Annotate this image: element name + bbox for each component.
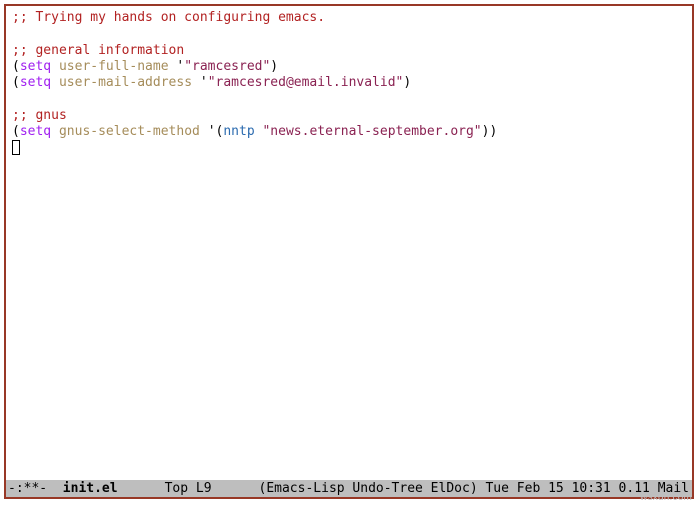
string-literal: "ramcesred@email.invalid" — [208, 75, 404, 90]
quote-char: ' — [208, 124, 216, 139]
paren: ) — [270, 59, 278, 74]
paren: ( — [12, 75, 20, 90]
comment-line: ;; general information — [12, 43, 184, 58]
keyword-setq: setq — [20, 75, 51, 90]
modeline-modes: (Emacs-Lisp Undo-Tree ElDoc) — [259, 481, 478, 496]
keyword-setq: setq — [20, 59, 51, 74]
modeline-position: Top — [165, 481, 188, 496]
paren: ( — [12, 124, 20, 139]
quote-char: ' — [200, 75, 208, 90]
symbol-gnus-select-method: gnus-select-method — [59, 124, 200, 139]
keyword-setq: setq — [20, 124, 51, 139]
modeline[interactable]: -:**- init.el Top L9 (Emacs-Lisp Undo-Tr… — [6, 480, 692, 497]
comment-line: ;; Trying my hands on configuring emacs. — [12, 10, 325, 25]
string-literal: "ramcesred" — [184, 59, 270, 74]
symbol-user-mail-address: user-mail-address — [59, 75, 192, 90]
watermark: wsxdn.com — [640, 492, 692, 503]
symbol-user-full-name: user-full-name — [59, 59, 169, 74]
modeline-time: Tue Feb 15 10:31 — [485, 481, 610, 496]
paren: )) — [482, 124, 498, 139]
symbol-nntp: nntp — [223, 124, 254, 139]
paren: ( — [12, 59, 20, 74]
comment-line: ;; gnus — [12, 108, 67, 123]
string-literal: "news.eternal-september.org" — [262, 124, 481, 139]
cursor — [12, 140, 20, 155]
modeline-buffer-name: init.el — [63, 481, 118, 496]
editor-area[interactable]: ;; Trying my hands on configuring emacs.… — [6, 6, 692, 480]
modeline-line: L9 — [188, 481, 211, 496]
modeline-status: -:**- — [8, 481, 63, 496]
emacs-window: ;; Trying my hands on configuring emacs.… — [4, 4, 694, 499]
paren: ) — [403, 75, 411, 90]
